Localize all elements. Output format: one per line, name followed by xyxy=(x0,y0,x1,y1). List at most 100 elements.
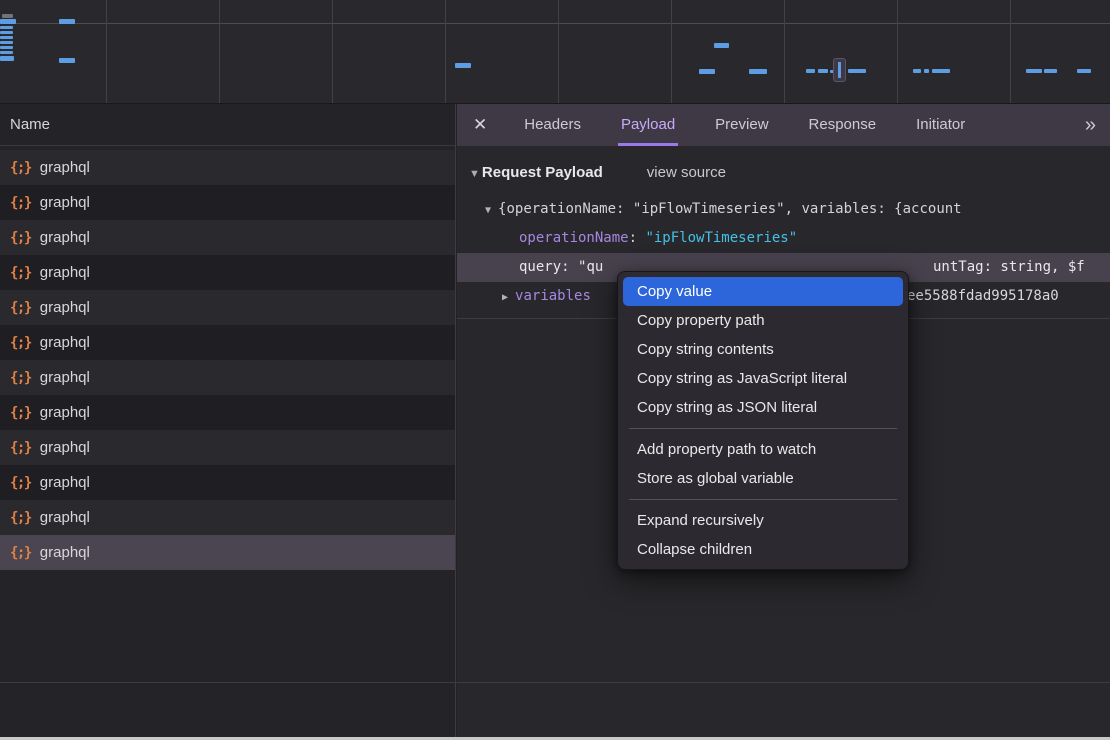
overview-vertical-gridline xyxy=(671,0,672,103)
menu-item-copy-string-js[interactable]: Copy string as JavaScript literal xyxy=(618,364,908,393)
network-activity-bar xyxy=(818,69,828,73)
network-activity-bar xyxy=(59,19,75,24)
network-activity-bar xyxy=(0,56,14,61)
expanded-triangle-icon[interactable]: ▼ xyxy=(485,205,491,216)
json-braces-icon: {;} xyxy=(10,160,31,176)
request-row[interactable]: {;}graphql xyxy=(0,430,455,465)
menu-item-collapse-children[interactable]: Collapse children xyxy=(618,535,908,564)
property-value-start: "qu xyxy=(578,259,603,275)
overview-vertical-gridline xyxy=(897,0,898,103)
json-braces-icon: {;} xyxy=(10,230,31,246)
json-braces-icon: {;} xyxy=(10,265,31,281)
menu-item-copy-string-contents[interactable]: Copy string contents xyxy=(618,335,908,364)
close-icon[interactable]: ✕ xyxy=(473,115,487,135)
property-key: variables xyxy=(515,288,591,304)
network-activity-bar xyxy=(0,51,13,54)
network-activity-bar xyxy=(59,58,75,63)
network-activity-bar xyxy=(932,69,950,73)
network-activity-bar xyxy=(848,69,866,73)
property-key: operationName xyxy=(519,230,629,246)
menu-separator xyxy=(629,499,897,500)
selected-request-tick xyxy=(838,62,841,78)
network-activity-bar xyxy=(2,14,13,18)
context-menu: Copy value Copy property path Copy strin… xyxy=(617,271,909,570)
json-braces-icon: {;} xyxy=(10,370,31,386)
network-activity-bar xyxy=(0,46,13,49)
more-tabs-icon[interactable]: » xyxy=(1085,114,1094,137)
key-separator: : xyxy=(629,230,646,246)
payload-root-row[interactable]: ▼ {operationName: "ipFlowTimeseries", var… xyxy=(457,195,1110,224)
network-activity-bar xyxy=(0,41,13,44)
menu-item-store-global[interactable]: Store as global variable xyxy=(618,464,908,493)
view-source-link[interactable]: view source xyxy=(647,164,726,181)
request-row[interactable]: {;}graphql xyxy=(0,185,455,220)
overview-vertical-gridline xyxy=(445,0,446,103)
overview-vertical-gridline xyxy=(219,0,220,103)
summary-bar-divider xyxy=(0,682,1110,683)
request-row[interactable]: {;}graphql xyxy=(0,325,455,360)
overview-vertical-gridline xyxy=(1010,0,1011,103)
property-key: query xyxy=(519,259,561,275)
section-title: Request Payload xyxy=(482,164,603,181)
request-rows: {;}graphql {;}graphql {;}graphql {;}grap… xyxy=(0,146,455,570)
network-activity-bar xyxy=(749,69,767,74)
network-overview-timeline[interactable] xyxy=(0,0,1110,104)
request-row[interactable]: {;}graphql xyxy=(0,255,455,290)
tab-payload[interactable]: Payload xyxy=(618,104,678,146)
detail-tabbar: ✕ Headers Payload Preview Response Initi… xyxy=(457,104,1110,146)
section-expanded-icon[interactable]: ▼ xyxy=(469,168,480,180)
property-preview-end: ee5588fdad995178a0 xyxy=(907,282,1059,311)
network-activity-bar xyxy=(0,31,13,34)
menu-item-copy-value[interactable]: Copy value xyxy=(623,277,903,306)
tab-headers[interactable]: Headers xyxy=(521,104,584,146)
network-activity-bar xyxy=(0,26,13,29)
request-row[interactable]: {;}graphql xyxy=(0,500,455,535)
menu-item-add-watch[interactable]: Add property path to watch xyxy=(618,435,908,464)
json-braces-icon: {;} xyxy=(10,475,31,491)
network-activity-bar xyxy=(714,43,729,48)
network-activity-bar xyxy=(806,69,815,73)
overview-vertical-gridline xyxy=(784,0,785,103)
network-activity-bar xyxy=(699,69,715,74)
root-object-preview: {operationName: "ipFlowTimeseries", vari… xyxy=(498,201,962,217)
network-activity-bar xyxy=(1077,69,1091,73)
property-string-value: "ipFlowTimeseries" xyxy=(645,230,797,246)
overview-vertical-gridline xyxy=(332,0,333,103)
key-separator: : xyxy=(561,259,578,275)
request-row[interactable]: {;}graphql xyxy=(0,395,455,430)
json-braces-icon: {;} xyxy=(10,195,31,211)
menu-item-copy-property-path[interactable]: Copy property path xyxy=(618,306,908,335)
network-activity-bar xyxy=(455,63,471,68)
requests-list-panel: Name {;}graphql {;}graphql {;}graphql {;… xyxy=(0,104,456,740)
request-row[interactable]: {;}graphql xyxy=(0,220,455,255)
json-braces-icon: {;} xyxy=(10,440,31,456)
request-row[interactable]: {;}graphql xyxy=(0,535,455,570)
network-activity-bar xyxy=(1026,69,1042,73)
json-braces-icon: {;} xyxy=(10,510,31,526)
request-row[interactable]: {;}graphql xyxy=(0,360,455,395)
network-activity-bar xyxy=(924,69,929,73)
tab-initiator[interactable]: Initiator xyxy=(913,104,968,146)
request-row[interactable]: {;}graphql xyxy=(0,290,455,325)
request-row[interactable]: {;}graphql xyxy=(0,465,455,500)
json-braces-icon: {;} xyxy=(10,545,31,561)
property-value-end: untTag: string, $f xyxy=(933,253,1085,282)
payload-operationname-row[interactable]: operationName: "ipFlowTimeseries" xyxy=(457,224,1110,253)
overview-vertical-gridline xyxy=(106,0,107,103)
json-braces-icon: {;} xyxy=(10,335,31,351)
tab-response[interactable]: Response xyxy=(806,104,880,146)
collapsed-triangle-icon[interactable]: ▶ xyxy=(502,292,508,303)
menu-item-expand-recursively[interactable]: Expand recursively xyxy=(618,506,908,535)
network-activity-bar xyxy=(1044,69,1057,73)
overview-vertical-gridline xyxy=(558,0,559,103)
json-braces-icon: {;} xyxy=(10,300,31,316)
selected-request-marker[interactable] xyxy=(833,58,846,82)
request-row[interactable]: {;}graphql xyxy=(0,150,455,185)
json-braces-icon: {;} xyxy=(10,405,31,421)
menu-item-copy-string-json[interactable]: Copy string as JSON literal xyxy=(618,393,908,422)
overview-horizontal-gridline xyxy=(0,23,1110,24)
network-activity-bar xyxy=(913,69,921,73)
name-column-header[interactable]: Name xyxy=(0,104,455,146)
tab-preview[interactable]: Preview xyxy=(712,104,771,146)
network-activity-bar xyxy=(0,19,16,24)
